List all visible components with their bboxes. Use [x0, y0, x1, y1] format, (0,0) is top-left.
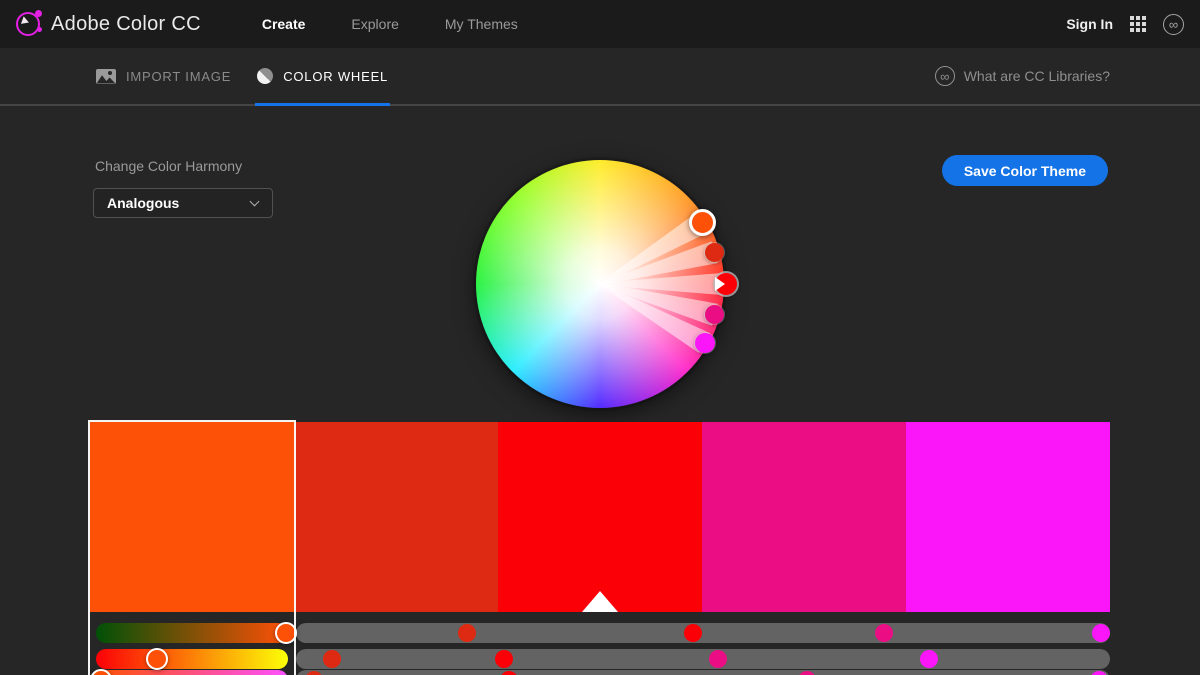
g-slider-handle-swatch-2[interactable] — [323, 650, 341, 668]
swatch-2[interactable] — [294, 422, 498, 612]
wheel-handle-2[interactable] — [705, 243, 724, 262]
swatch-1[interactable] — [90, 422, 294, 612]
tab-label: IMPORT IMAGE — [126, 69, 231, 84]
b-slider-track[interactable] — [296, 670, 1110, 675]
topnav: CreateExploreMy Themes — [239, 0, 541, 48]
wheel-handle-5[interactable] — [695, 333, 715, 353]
swatch-4[interactable] — [702, 422, 906, 612]
sliders — [90, 623, 1110, 675]
cc-libraries-label: What are CC Libraries? — [964, 68, 1110, 84]
base-color-marker — [582, 591, 618, 612]
apps-grid-icon[interactable] — [1130, 16, 1146, 32]
tab-label: COLOR WHEEL — [283, 69, 388, 84]
harmony-label: Change Color Harmony — [95, 158, 242, 174]
harmony-spoke — [600, 269, 726, 299]
palette — [90, 422, 1110, 612]
harmony-selected-value: Analogous — [94, 195, 251, 211]
wheel-handle-1[interactable] — [689, 209, 716, 236]
base-pointer-icon — [715, 277, 732, 291]
nav-item-explore[interactable]: Explore — [328, 0, 421, 48]
cc-libraries-link[interactable]: ∞ What are CC Libraries? — [935, 48, 1110, 104]
adobe-color-cc-page: { "colors": { "accent_blue": "#1473E6", … — [0, 0, 1200, 675]
creative-cloud-icon[interactable]: ∞ — [1163, 14, 1184, 35]
adobe-color-logo-icon — [16, 12, 40, 36]
import-image-icon — [96, 69, 116, 84]
logo-pointer-icon — [21, 16, 34, 27]
chevron-down-icon — [250, 197, 260, 207]
g-slider-track[interactable] — [296, 649, 1110, 669]
save-color-theme-button[interactable]: Save Color Theme — [942, 155, 1108, 186]
r-slider-handle-swatch-5[interactable] — [1092, 624, 1110, 642]
swatch-5[interactable] — [906, 422, 1110, 612]
g-slider-handle-swatch-1[interactable] — [146, 648, 168, 670]
r-slider-handle-swatch-1[interactable] — [275, 622, 297, 644]
tab-color-wheel[interactable]: COLOR WHEEL — [257, 48, 388, 104]
apps-grid-dots — [1130, 16, 1134, 20]
harmony-spoke — [596, 238, 719, 299]
harmony-spoke — [596, 270, 719, 330]
app-title: Adobe Color CC — [51, 13, 201, 36]
sign-in-link[interactable]: Sign In — [1066, 16, 1113, 32]
tabs: IMPORT IMAGE COLOR WHEEL — [96, 48, 388, 104]
wheel-handle-4[interactable] — [705, 305, 724, 324]
g-slider-handle-swatch-3[interactable] — [495, 650, 513, 668]
color-wheel-icon — [257, 68, 273, 84]
swatch-3[interactable] — [498, 422, 702, 612]
r-slider-track[interactable] — [296, 623, 1110, 643]
topbar-right: Sign In ∞ — [1066, 14, 1184, 35]
r-slider-track-selected[interactable] — [96, 623, 288, 643]
tab-import-image[interactable]: IMPORT IMAGE — [96, 48, 231, 104]
nav-item-my-themes[interactable]: My Themes — [422, 0, 541, 48]
brand-link[interactable]: Adobe Color CC — [16, 12, 201, 36]
wheel-handle-3[interactable] — [715, 273, 737, 295]
harmony-dropdown[interactable]: Analogous — [93, 188, 273, 218]
color-wheel[interactable] — [476, 160, 724, 408]
g-slider-handle-swatch-5[interactable] — [920, 650, 938, 668]
nav-item-create[interactable]: Create — [239, 0, 329, 48]
g-slider-handle-swatch-4[interactable] — [709, 650, 727, 668]
g-slider-track-selected[interactable] — [96, 649, 288, 669]
b-slider-track-selected[interactable] — [96, 670, 288, 675]
topbar: Adobe Color CC CreateExploreMy Themes Si… — [0, 0, 1200, 48]
r-slider-handle-swatch-3[interactable] — [684, 624, 702, 642]
creative-cloud-icon: ∞ — [935, 66, 955, 86]
tabbar: IMPORT IMAGE COLOR WHEEL ∞ What are CC Li… — [0, 48, 1200, 106]
